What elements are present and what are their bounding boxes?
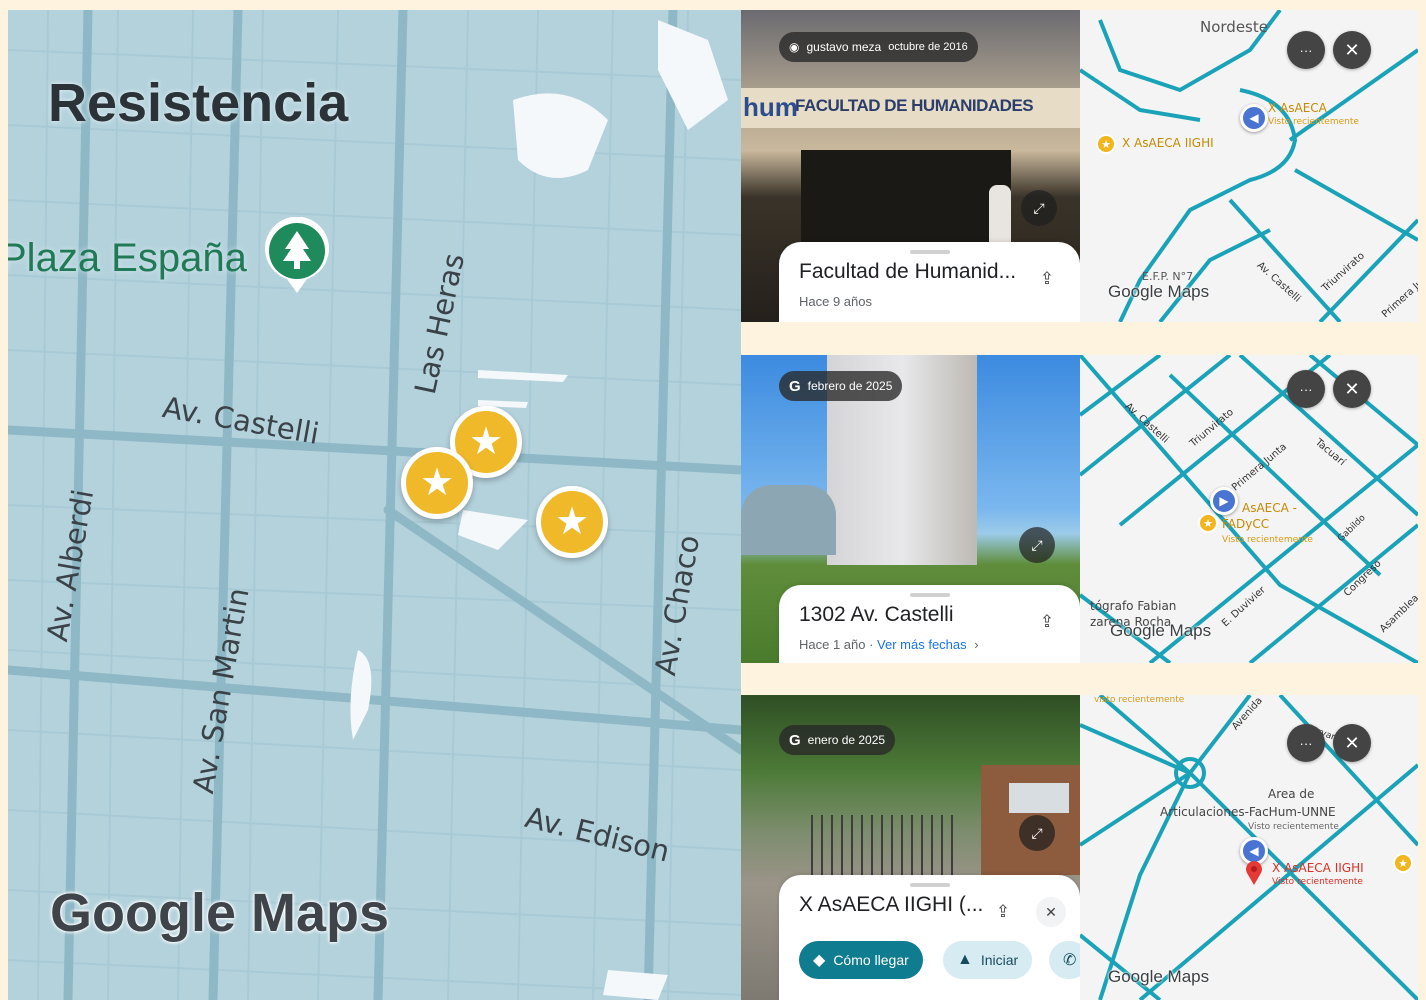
card-subtitle: Hace 9 años <box>799 294 872 309</box>
current-location-icon: ◀ <box>1240 104 1268 132</box>
place-label-asaeca: X AsAECA <box>1268 101 1327 115</box>
google-maps-watermark: Google Maps <box>1108 967 1210 986</box>
more-options-button[interactable]: ··· <box>1287 370 1325 408</box>
google-maps-watermark: Google Maps <box>1108 282 1210 301</box>
photo-date: febrero de 2025 <box>807 379 893 393</box>
main-map[interactable]: Resistencia Plaza España Av. Castelli La… <box>8 10 741 1000</box>
map-label-nordeste: Nordeste <box>1200 18 1268 36</box>
directions-label: Cómo llegar <box>833 952 909 968</box>
phone-icon: ✆ <box>1063 952 1077 969</box>
tree-icon[interactable] <box>261 216 333 295</box>
top-sublabel: visto recientemente <box>1094 695 1185 705</box>
drag-handle[interactable] <box>909 883 950 887</box>
more-dates-link[interactable]: Ver más fechas <box>877 637 967 652</box>
share-icon[interactable]: ⇪ <box>988 897 1018 927</box>
call-button[interactable]: ✆ <box>1049 941 1080 979</box>
area-sublabel: Visto recientemente <box>1248 822 1339 832</box>
camera-icon: ◉ <box>789 40 800 54</box>
area-label-1: Area de <box>1268 787 1315 801</box>
expand-icon[interactable]: ⤢ <box>1019 815 1055 851</box>
chevron-right-icon: › <box>974 637 979 652</box>
close-button[interactable]: ✕ <box>1333 724 1371 762</box>
google-maps-watermark: Google Maps <box>1110 621 1212 640</box>
place-sublabel: Visto recientemente <box>1222 535 1313 545</box>
place-label-iighi: X AsAECA IIGHI <box>1272 861 1364 875</box>
street-view-photo[interactable]: G febrero de 2025 ⤢ 1302 Av. Castelli Ha… <box>741 355 1080 663</box>
city-label: Resistencia <box>48 73 349 133</box>
card-title: 1302 Av. Castelli <box>799 603 954 626</box>
more-options-button[interactable]: ··· <box>1287 31 1325 69</box>
google-g-icon: G <box>789 731 801 749</box>
start-button[interactable]: ▲ Iniciar <box>943 941 1033 979</box>
expand-icon[interactable]: ⤢ <box>1021 190 1057 226</box>
card-subtitle: Hace 1 año · Ver más fechas › <box>799 637 1062 652</box>
gate-sign <box>1009 783 1069 813</box>
place-label-asaeca: AsAECA - <box>1242 501 1297 515</box>
panel-iighi: G enero de 2025 ⤢ X AsAECA IIGHI (... ⇪ … <box>741 695 1418 1000</box>
saved-place-star-icon[interactable]: ★ <box>536 486 608 558</box>
current-location-icon: ▶ <box>1210 487 1238 515</box>
google-maps-watermark: Google Maps <box>50 883 390 943</box>
expand-icon[interactable]: ⤢ <box>1019 527 1055 563</box>
building-sign: hum FACULTAD DE HUMANIDADES <box>741 88 1080 128</box>
sign-text: FACULTAD DE HUMANIDADES <box>795 96 1034 115</box>
low-building <box>741 485 836 555</box>
saved-star-icon[interactable]: ★ <box>1393 853 1413 873</box>
place-card[interactable]: Facultad de Humanid... Hace 9 años ⇪ <box>779 242 1080 322</box>
google-g-icon: G <box>789 377 801 395</box>
saved-star-icon[interactable]: ★ <box>1096 134 1116 154</box>
panel-facultad: hum FACULTAD DE HUMANIDADES ◉ gustavo me… <box>741 10 1418 322</box>
person-figure <box>989 185 1011 245</box>
area-label-2: Articulaciones-FacHum-UNNE <box>1160 805 1336 819</box>
close-card-button[interactable]: ✕ <box>1036 897 1066 927</box>
saved-star-icon[interactable]: ★ <box>1198 513 1218 533</box>
share-icon[interactable]: ⇪ <box>1032 264 1062 294</box>
place-sublabel: Visto recientemente <box>1268 117 1359 127</box>
photo-author-chip[interactable]: ◉ gustavo meza octubre de 2016 <box>779 32 978 62</box>
location-pin-icon <box>1245 861 1263 885</box>
directions-button[interactable]: ◆ Cómo llegar <box>799 941 923 979</box>
close-button[interactable]: ✕ <box>1333 370 1371 408</box>
saved-place-star-icon[interactable]: ★ <box>401 447 473 519</box>
drag-handle[interactable] <box>909 593 950 597</box>
place-card[interactable]: X AsAECA IIGHI (... ⇪ ✕ ◆ Cómo llegar ▲ … <box>779 875 1080 1000</box>
mini-map[interactable]: visto recientemente Avenida Cervantes Ar… <box>1080 695 1418 1000</box>
photo-date: enero de 2025 <box>807 733 886 747</box>
share-icon[interactable]: ⇪ <box>1032 607 1062 637</box>
park-label: Plaza España <box>8 236 247 280</box>
sign-logo: hum <box>743 92 798 122</box>
card-title: Facultad de Humanid... <box>799 260 1017 283</box>
drag-handle[interactable] <box>909 250 950 254</box>
place-label-fadycc: FADyCC <box>1222 517 1270 531</box>
mini-map[interactable]: Nordeste ◀ X AsAECA Visto recientemente … <box>1080 10 1418 322</box>
mini-map[interactable]: Av. Castelli Triunvirato Primera Junta T… <box>1080 355 1418 663</box>
close-button[interactable]: ✕ <box>1333 31 1371 69</box>
panel-castelli: G febrero de 2025 ⤢ 1302 Av. Castelli Ha… <box>741 355 1418 663</box>
street-view-photo[interactable]: hum FACULTAD DE HUMANIDADES ◉ gustavo me… <box>741 10 1080 322</box>
start-label: Iniciar <box>980 952 1019 968</box>
place-card[interactable]: 1302 Av. Castelli Hace 1 año · Ver más f… <box>779 585 1080 663</box>
photo-date-chip[interactable]: G enero de 2025 <box>779 725 896 755</box>
photo-author: gustavo meza <box>806 40 882 54</box>
street-view-photo[interactable]: G enero de 2025 ⤢ X AsAECA IIGHI (... ⇪ … <box>741 695 1080 1000</box>
place-label-iighi: X AsAECA IIGHI <box>1122 136 1214 150</box>
photo-date: octubre de 2016 <box>888 41 968 53</box>
card-age: Hace 1 año · <box>799 637 878 652</box>
directions-icon: ◆ <box>813 952 826 969</box>
photographer-label: tógrafo Fabian <box>1090 599 1177 613</box>
gate <box>811 815 961 875</box>
more-options-button[interactable]: ··· <box>1287 724 1325 762</box>
place-sublabel: Visto recientemente <box>1272 877 1363 887</box>
card-title: X AsAECA IIGHI (... <box>799 893 984 916</box>
navigation-arrow-icon: ▲ <box>957 951 973 968</box>
photo-date-chip[interactable]: G febrero de 2025 <box>779 371 903 401</box>
